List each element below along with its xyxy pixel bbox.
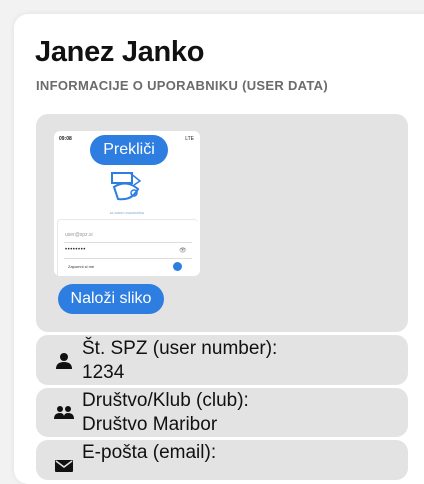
user-number-label: Št. SPZ (user number): xyxy=(82,338,278,359)
club-row: Društvo/Klub (club): Društvo Maribor xyxy=(36,388,408,437)
eye-icon: 👁 xyxy=(179,248,187,254)
preview-time: 09:08 xyxy=(59,136,72,142)
cancel-button[interactable]: Prekliči xyxy=(90,135,168,165)
spz-logo-icon xyxy=(111,172,142,201)
logo-caption: ZA VARNO ZVEZDNIŠKE xyxy=(109,211,145,215)
mail-icon xyxy=(55,460,73,472)
preview-username: user@spz.si xyxy=(65,232,93,238)
user-number-row: Št. SPZ (user number): 1234 xyxy=(36,335,408,385)
person-icon xyxy=(56,353,72,369)
user-name: Janez Janko xyxy=(35,36,205,68)
preview-toggle xyxy=(173,262,182,271)
user-data-subtitle: INFORMACIJE O UPORABNIKU (USER DATA) xyxy=(36,78,328,93)
user-number-value: 1234 xyxy=(82,362,125,383)
email-row: E-pošta (email): xyxy=(36,440,408,480)
club-label: Društvo/Klub (club): xyxy=(82,390,249,411)
upload-photo-button[interactable]: Naloži sliko xyxy=(58,284,164,314)
preview-password: •••••••• xyxy=(65,247,86,253)
preview-remember-label: Zapomni si me xyxy=(68,264,95,269)
preview-login-form: user@spz.si •••••••• 👁 Zapomni si me xyxy=(57,219,198,276)
club-value: Društvo Maribor xyxy=(82,414,218,435)
email-label: E-pošta (email): xyxy=(82,442,217,463)
preview-divider xyxy=(64,258,192,259)
preview-divider xyxy=(64,242,192,243)
group-icon xyxy=(54,406,74,419)
preview-network: LTE xyxy=(185,136,194,142)
